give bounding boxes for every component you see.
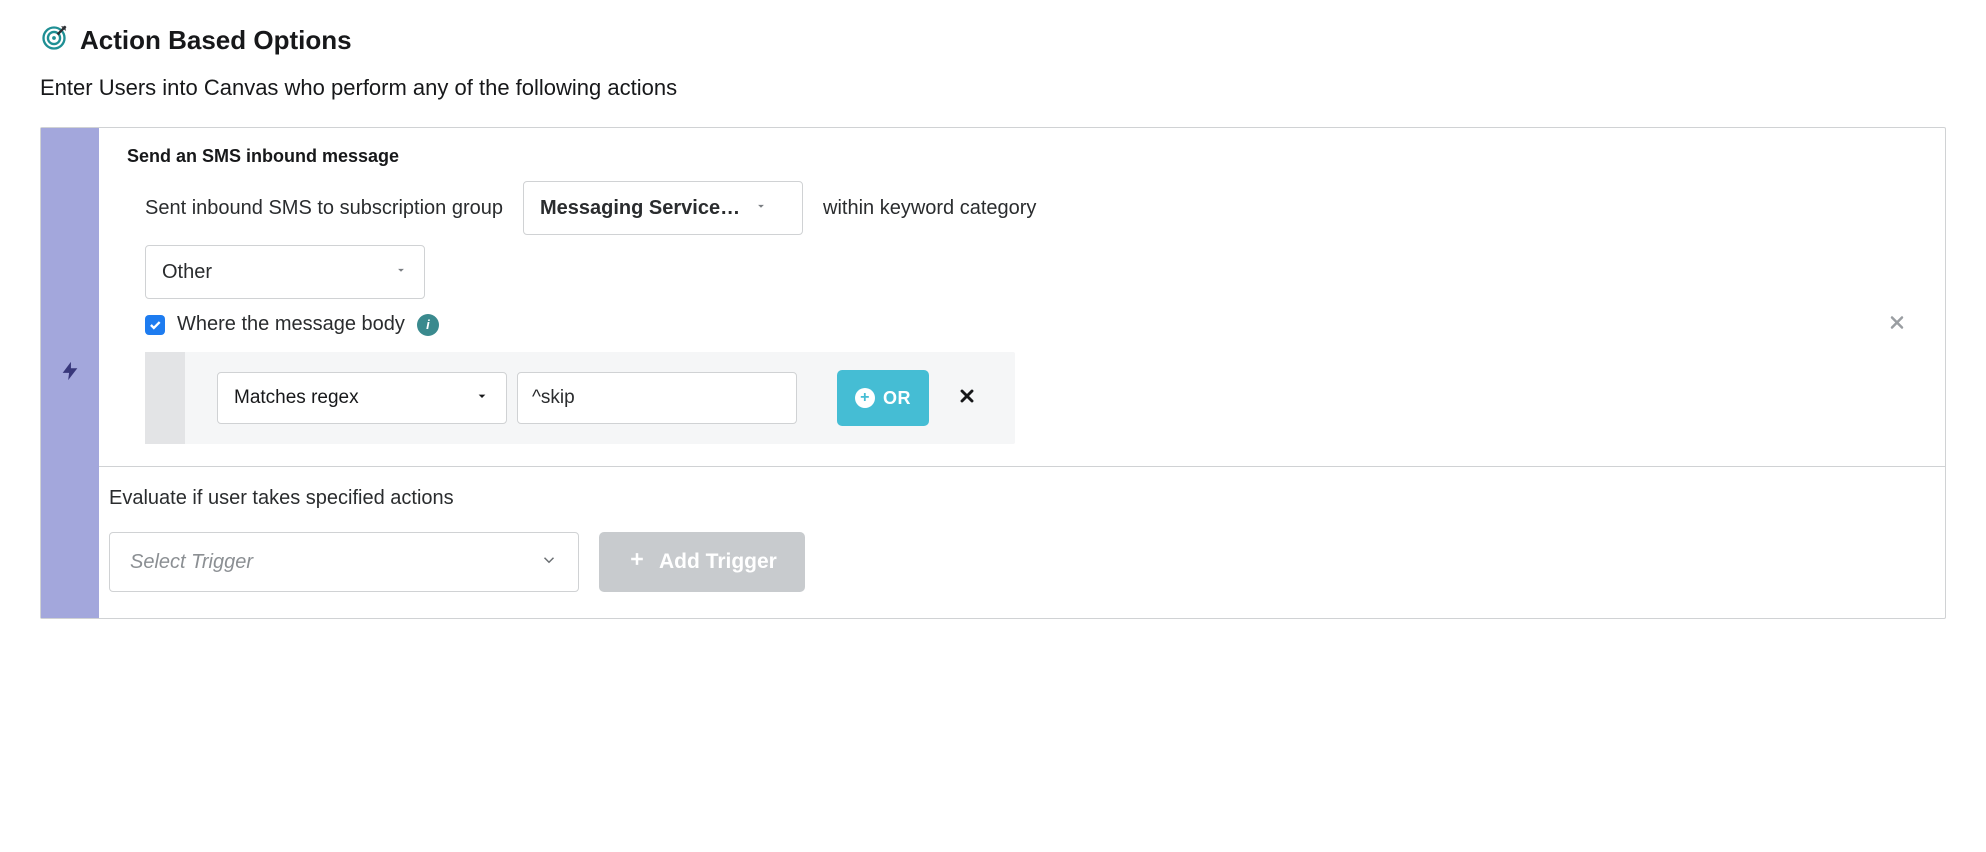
subscription-group-value: Messaging Service… [540,197,740,220]
select-trigger-dropdown[interactable]: Select Trigger [109,532,579,592]
checkbox-label: Where the message body [177,313,405,336]
trigger-panel: Send an SMS inbound message Sent inbound… [40,127,1946,619]
message-body-checkbox[interactable] [145,315,165,335]
target-icon [40,24,68,57]
section-title: Action Based Options [80,25,352,56]
drag-handle[interactable] [145,352,185,444]
subscription-group-select[interactable]: Messaging Service… [523,181,803,235]
info-icon[interactable]: i [417,314,439,336]
add-trigger-button[interactable]: Add Trigger [599,532,805,592]
section-subtitle: Enter Users into Canvas who perform any … [40,75,1946,101]
chevron-down-icon [754,199,768,218]
select-trigger-placeholder: Select Trigger [130,551,253,574]
or-button[interactable]: + OR [837,370,929,426]
regex-input[interactable] [517,372,797,424]
label-within-category: within keyword category [823,197,1036,220]
operator-select[interactable]: Matches regex [217,372,507,424]
accent-bar [41,128,99,618]
plus-circle-icon: + [855,388,875,408]
add-trigger-label: Add Trigger [659,550,777,574]
chevron-down-icon [540,551,558,574]
operator-value: Matches regex [234,387,359,409]
evaluate-label: Evaluate if user takes specified actions [109,487,1945,510]
remove-filter-icon[interactable] [951,380,983,417]
filter-row: Matches regex + OR [145,352,1015,444]
chevron-down-icon [474,388,490,409]
keyword-category-value: Other [162,261,212,284]
keyword-category-select[interactable]: Other [145,245,425,299]
remove-trigger-icon[interactable] [1883,308,1911,341]
plus-icon [627,549,647,575]
label-sent-inbound: Sent inbound SMS to subscription group [145,197,503,220]
bolt-icon [59,356,81,391]
trigger-title: Send an SMS inbound message [127,146,1917,167]
chevron-down-icon [394,263,408,282]
or-button-label: OR [883,388,911,409]
